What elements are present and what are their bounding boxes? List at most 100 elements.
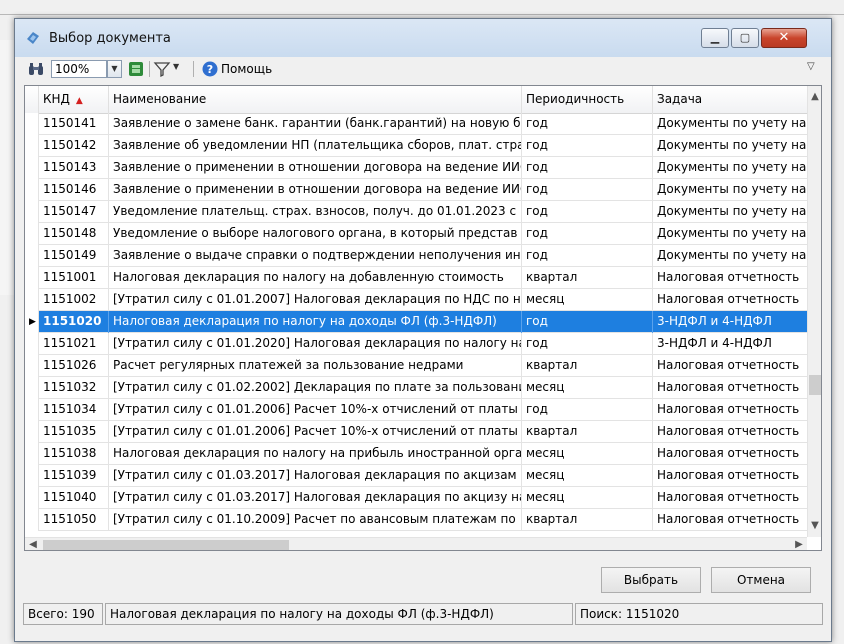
table-body: 1150141 Заявление о замене банк. гарантии…: [25, 113, 807, 537]
cell-name: Заявление о выдаче справки о подтвержден…: [109, 245, 522, 267]
scroll-right-icon[interactable]: ▶: [791, 538, 807, 550]
cell-periodicity: месяц: [522, 465, 653, 487]
minimize-button[interactable]: ▁: [701, 28, 729, 48]
table-row[interactable]: 1151040 [Утратил силу с 01.03.2017] Налог…: [25, 487, 807, 509]
row-indicator[interactable]: [25, 465, 39, 487]
scroll-left-icon[interactable]: ◀: [25, 538, 41, 550]
row-indicator[interactable]: [25, 201, 39, 223]
cell-knd: 1150146: [39, 179, 109, 201]
row-indicator[interactable]: [25, 487, 39, 509]
table-row[interactable]: 1150148 Уведомление о выборе налогового о…: [25, 223, 807, 245]
cell-knd: 1151038: [39, 443, 109, 465]
table-row[interactable]: 1150146 Заявление о применении в отношени…: [25, 179, 807, 201]
table-row[interactable]: 1150143 Заявление о применении в отношени…: [25, 157, 807, 179]
cell-knd: 1150147: [39, 201, 109, 223]
help-icon[interactable]: ?: [201, 60, 219, 78]
row-indicator[interactable]: [25, 223, 39, 245]
cell-name: Заявление о применении в отношении догов…: [109, 179, 522, 201]
row-indicator[interactable]: [25, 267, 39, 289]
title-bar[interactable]: Выбор документа ▁ ▢ ✕: [15, 19, 831, 57]
cell-name: [Утратил силу с 01.02.2002] Декларация п…: [109, 377, 522, 399]
horizontal-scrollbar[interactable]: ◀ ▶: [25, 537, 807, 550]
row-indicator[interactable]: [25, 443, 39, 465]
horizontal-scroll-thumb[interactable]: [43, 540, 289, 550]
sort-ascending-icon: ▲: [75, 96, 83, 106]
row-indicator[interactable]: [25, 421, 39, 443]
cell-name: [Утратил силу с 01.01.2006] Расчет 10%-х…: [109, 421, 522, 443]
cell-periodicity: квартал: [522, 509, 653, 531]
row-indicator[interactable]: [25, 289, 39, 311]
table-row[interactable]: 1151039 [Утратил силу с 01.03.2017] Налог…: [25, 465, 807, 487]
cell-periodicity: квартал: [522, 355, 653, 377]
row-indicator[interactable]: [25, 157, 39, 179]
filter-icon[interactable]: [153, 60, 171, 78]
cell-task: Налоговая отчетность: [657, 446, 800, 460]
status-bar: Всего: 190 Налоговая декларация по налог…: [23, 603, 823, 625]
row-indicator[interactable]: [25, 179, 39, 201]
svg-text:?: ?: [207, 63, 213, 76]
cell-name: Расчет регулярных платежей за пользовани…: [109, 355, 522, 377]
cell-task: Налоговая отчетность: [657, 292, 800, 306]
table-row[interactable]: 1151026 Расчет регулярных платежей за пол…: [25, 355, 807, 377]
scroll-down-icon[interactable]: ▼: [808, 517, 821, 535]
window-title: Выбор документа: [49, 31, 171, 46]
table-row[interactable]: 1150149 Заявление о выдаче справки о подт…: [25, 245, 807, 267]
row-indicator[interactable]: [25, 245, 39, 267]
table-row[interactable]: 1150142 Заявление об уведомлении НП (плат…: [25, 135, 807, 157]
cell-knd: 1151020: [39, 311, 109, 333]
cell-periodicity: месяц: [522, 377, 653, 399]
column-header-knd[interactable]: КНД ▲: [39, 86, 109, 113]
cell-name: Уведомление о выборе налогового органа, …: [109, 223, 522, 245]
cell-name: Уведомление плательщ. страх. взносов, по…: [109, 201, 522, 223]
table-row[interactable]: 1150141 Заявление о замене банк. гарантии…: [25, 113, 807, 135]
binoculars-icon[interactable]: [27, 60, 45, 78]
cell-name: [Утратил силу с 01.03.2017] Налоговая де…: [109, 487, 522, 509]
table-row[interactable]: 1151021 [Утратил силу с 01.01.2020] Налог…: [25, 333, 807, 355]
cell-task: 3-НДФЛ и 4-НДФЛ: [657, 314, 772, 328]
maximize-button[interactable]: ▢: [731, 28, 759, 48]
table-row[interactable]: 1150147 Уведомление плательщ. страх. взно…: [25, 201, 807, 223]
cell-task: Налоговая отчетность: [657, 270, 800, 284]
zoom-combobox[interactable]: 100%: [51, 60, 107, 78]
column-header-task[interactable]: Задача: [653, 86, 807, 113]
chevron-down-icon[interactable]: ▼: [107, 60, 122, 78]
select-button[interactable]: Выбрать: [601, 567, 701, 593]
row-indicator[interactable]: [25, 509, 39, 531]
table-row[interactable]: 1151035 [Утратил силу с 01.01.2006] Расче…: [25, 421, 807, 443]
cell-periodicity: год: [522, 113, 653, 135]
table-row[interactable]: 1151034 [Утратил силу с 01.01.2006] Расче…: [25, 399, 807, 421]
cell-periodicity: год: [522, 399, 653, 421]
row-indicator[interactable]: [25, 135, 39, 157]
table-row[interactable]: 1151002 [Утратил силу с 01.01.2007] Налог…: [25, 289, 807, 311]
toolbar-overflow-icon[interactable]: ▽: [807, 61, 815, 72]
scroll-up-icon[interactable]: ▲: [808, 88, 821, 106]
table-row[interactable]: 1151038 Налоговая декларация по налогу на…: [25, 443, 807, 465]
cell-task: Налоговая отчетность: [657, 380, 800, 394]
column-header-label: КНД: [43, 92, 70, 106]
table-row[interactable]: ▶ 1151020 Налоговая декларация по налогу н…: [25, 311, 807, 333]
cell-task: Документы по учету на: [657, 248, 807, 262]
help-button[interactable]: Помощь: [221, 62, 272, 76]
row-indicator[interactable]: ▶: [25, 311, 39, 333]
cell-task: Налоговая отчетность: [657, 424, 800, 438]
close-icon: ✕: [778, 30, 790, 45]
filter-dropdown-icon[interactable]: ▼: [173, 62, 179, 71]
column-header-name[interactable]: Наименование: [109, 86, 522, 113]
close-button[interactable]: ✕: [761, 28, 807, 48]
vertical-scroll-thumb[interactable]: [809, 375, 821, 395]
table-row[interactable]: 1151050 [Утратил силу с 01.10.2009] Расче…: [25, 509, 807, 531]
row-indicator[interactable]: [25, 377, 39, 399]
vertical-scrollbar[interactable]: ▲ ▼: [807, 86, 821, 537]
row-indicator[interactable]: [25, 399, 39, 421]
excel-export-icon[interactable]: [127, 60, 145, 78]
table-row[interactable]: 1151001 Налоговая декларация по налогу на…: [25, 267, 807, 289]
column-header-periodicity[interactable]: Периодичность: [522, 86, 653, 113]
cancel-button[interactable]: Отмена: [711, 567, 811, 593]
row-indicator[interactable]: [25, 113, 39, 135]
row-indicator[interactable]: [25, 355, 39, 377]
maximize-icon: ▢: [739, 31, 751, 44]
cell-periodicity: год: [522, 201, 653, 223]
row-indicator[interactable]: [25, 333, 39, 355]
table-row[interactable]: 1151032 [Утратил силу с 01.02.2002] Декла…: [25, 377, 807, 399]
cell-periodicity: месяц: [522, 487, 653, 509]
